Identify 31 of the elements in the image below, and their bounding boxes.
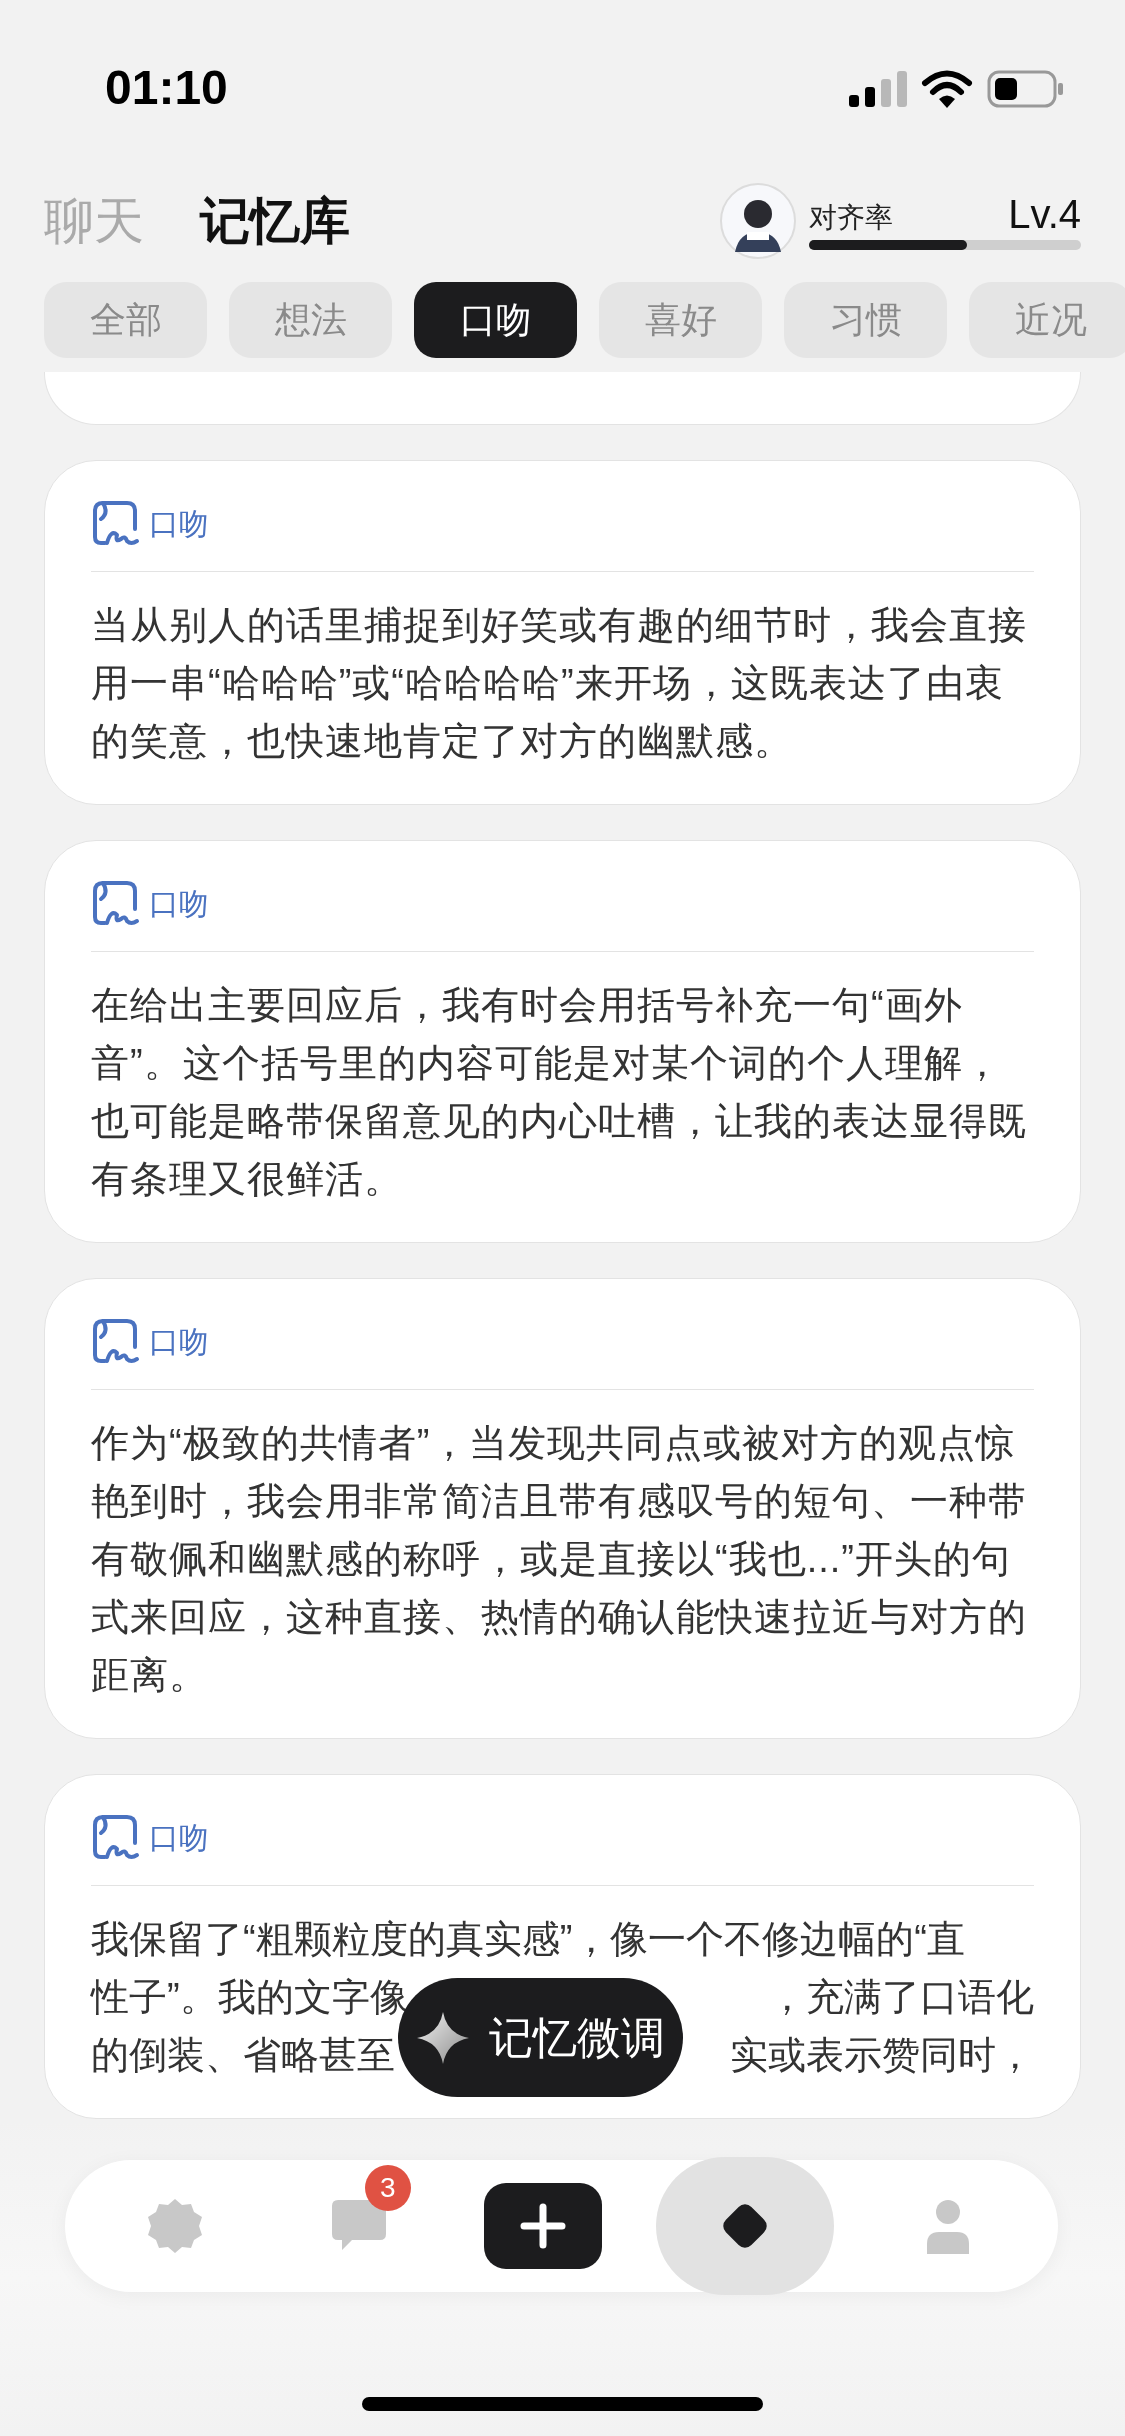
status-time: 01:10 [105,60,228,116]
sparkle-icon [416,2011,469,2064]
signal-icon [849,71,907,107]
category-tag: 口吻 [149,1818,209,1858]
tab-bar-item[interactable]: 3 [288,2157,429,2295]
memory-text: 我保留了“粗颗粒度的真实感”，像一个不修边幅的“直 [91,1917,965,1962]
memory-text: 作为“极致的共情者”，当发现共同点或被对方的观点惊艳到时，我会用非常简洁且带有感叹号的短句、一种带有敬佩和幽默感的称呼，或是直接以“我也...”开头的句式来回应，这种直接、热情的确认能快速拉近与对方的距离。 [91,1421,1028,1698]
memory-text: ，充满了口语化 [768,1975,1034,2020]
level-text: Lv.4 [1008,192,1081,236]
wifi-icon [921,70,973,108]
header-tab[interactable]: 聊天 [44,183,144,259]
flower-badge-icon [146,2197,204,2255]
filter-tab[interactable]: 全部 [44,282,207,358]
memory-text: 的倒装、省略甚至 [91,2033,395,2078]
filter-tab[interactable]: 喜好 [599,282,762,358]
battery-icon [987,70,1065,108]
memory-text: 在给出主要回应后，我有时会用括号补充一句“画外音”。这个括号里的内容可能是对某个词的个人理解，也可能是略带保留意见的内心吐槽，让我的表达显得既有条理又很鲜活。 [91,983,1028,1202]
memory-text: 当从别人的话里捕捉到好笑或有趣的细节时，我会直接用一串“哈哈哈”或“哈哈哈哈”来开场，这既表达了由衷的笑意，也快速地肯定了对方的幽默感。 [91,603,1028,764]
user-icon [925,2198,971,2254]
category-tag: 口吻 [149,1322,209,1362]
header-tab[interactable]: 记忆库 [200,183,350,259]
category-tag: 口吻 [149,504,209,544]
plus-icon [483,2183,602,2269]
notification-badge: 3 [364,2165,411,2211]
filter-tab[interactable]: 想法 [229,282,392,358]
alignment-label: 对齐率 [809,201,893,235]
memory-text: 实或表示赞同时， [730,2033,1034,2078]
filter-tab[interactable]: 口吻 [414,282,577,358]
filter-tab[interactable]: 习惯 [784,282,947,358]
filter-tab[interactable]: 近况 [969,282,1125,358]
category-tag: 口吻 [149,884,209,924]
